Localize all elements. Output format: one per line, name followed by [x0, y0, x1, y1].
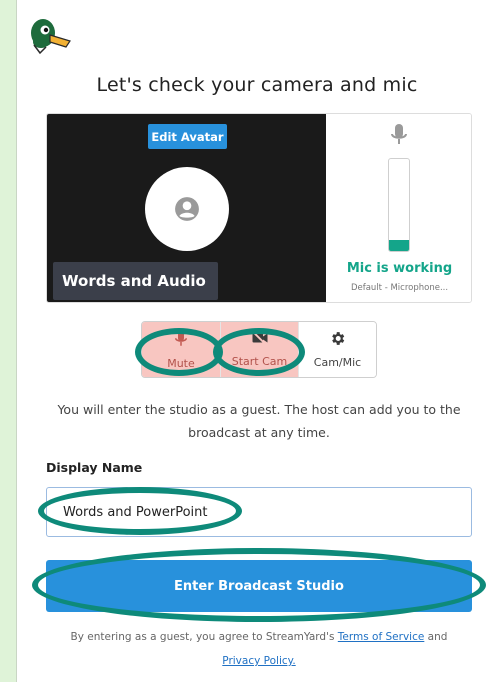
edit-avatar-button[interactable]: Edit Avatar	[148, 124, 227, 149]
display-name-label: Display Name	[46, 460, 143, 475]
privacy-policy-link[interactable]: Privacy Policy.	[222, 655, 295, 667]
enter-broadcast-studio-button[interactable]: Enter Broadcast Studio	[46, 560, 472, 612]
mic-level-meter	[388, 158, 410, 252]
mic-check-pane: Mic is working Default - Microphone...	[326, 114, 471, 302]
name-tag: Words and Audio	[53, 262, 218, 300]
avatar	[145, 167, 229, 251]
mic-level-fill	[389, 239, 409, 251]
start-cam-button[interactable]: Start Cam	[220, 322, 298, 377]
media-controls: Mute Start Cam Cam/Mic	[141, 321, 377, 378]
page-title: Let's check your camera and mic	[96, 74, 418, 96]
mute-label: Mute	[167, 357, 195, 370]
terms-of-service-link[interactable]: Terms of Service	[338, 631, 425, 643]
terms-prefix: By entering as a guest, you agree to Str…	[70, 631, 335, 643]
terms-notice: By entering as a guest, you agree to Str…	[40, 625, 478, 673]
user-icon	[175, 197, 199, 221]
gear-icon	[332, 332, 345, 345]
start-cam-label: Start Cam	[231, 355, 288, 368]
cam-mic-label: Cam/Mic	[313, 356, 362, 369]
media-preview-card: Edit Avatar Words and Audio Mic is worki…	[46, 113, 472, 303]
terms-and: and	[427, 631, 448, 643]
microphone-icon	[391, 124, 407, 144]
mic-device-name: Default - Microphone...	[350, 283, 449, 293]
mic-status: Mic is working	[346, 261, 453, 276]
guest-notice: You will enter the studio as a guest. Th…	[57, 402, 461, 440]
mute-button[interactable]: Mute	[142, 322, 220, 377]
duck-logo-icon	[31, 19, 71, 55]
camera-preview: Edit Avatar Words and Audio	[47, 114, 326, 302]
cam-mic-settings-button[interactable]: Cam/Mic	[298, 322, 376, 377]
display-name-input[interactable]	[46, 487, 472, 537]
microphone-icon	[175, 330, 187, 346]
camera-off-icon	[251, 330, 267, 346]
